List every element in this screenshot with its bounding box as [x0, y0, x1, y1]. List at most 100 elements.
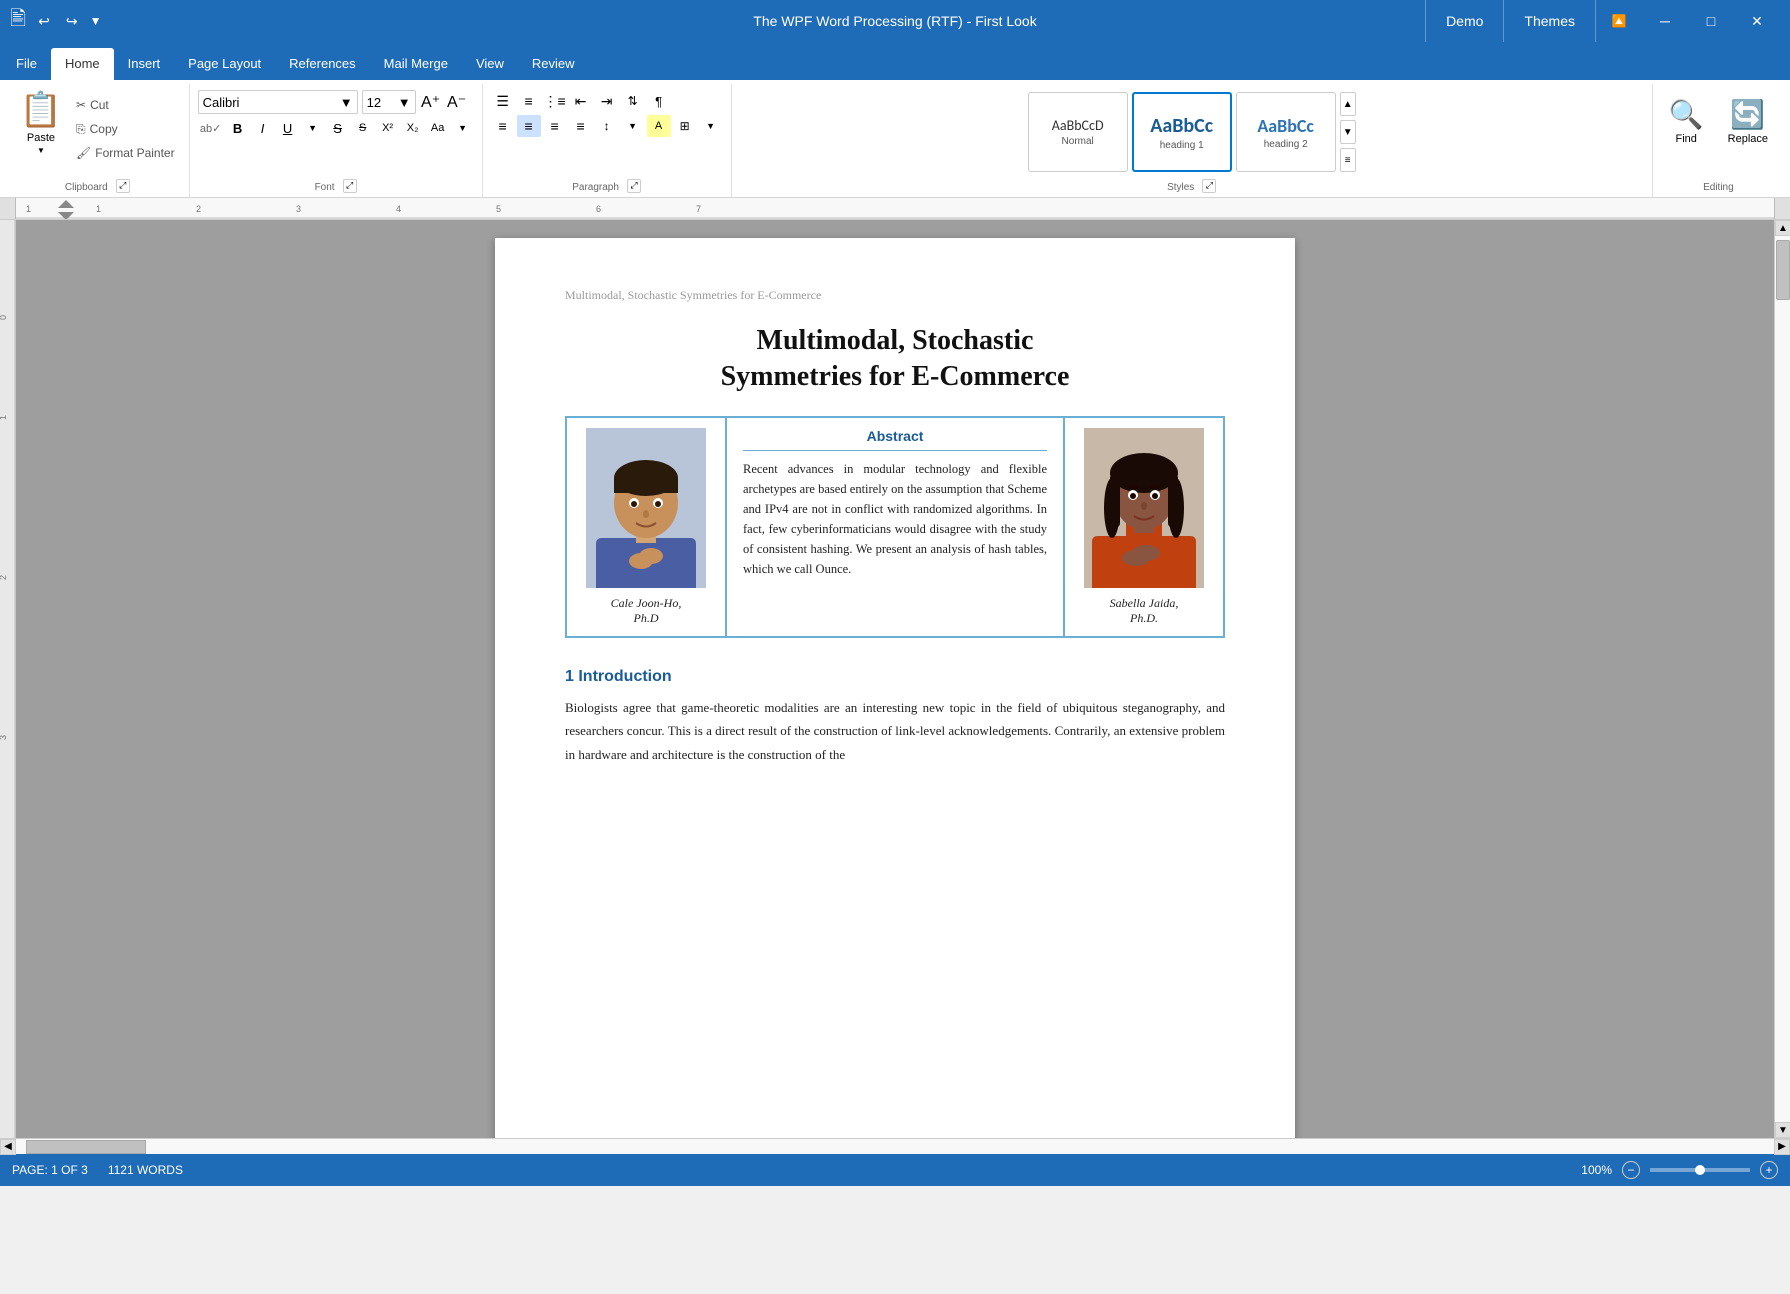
sort-button[interactable]: ⇅: [621, 90, 645, 112]
h-scroll-thumb[interactable]: [26, 1140, 146, 1154]
status-left: PAGE: 1 OF 3 1121 WORDS: [12, 1163, 183, 1177]
svg-text:4: 4: [396, 204, 401, 214]
multilevel-list-button[interactable]: ⋮≡: [543, 90, 567, 112]
scroll-up-button[interactable]: ▲: [1775, 220, 1790, 236]
bold-button[interactable]: B: [227, 117, 249, 139]
paste-button[interactable]: 📋 Paste ▼: [14, 86, 68, 158]
menu-view[interactable]: View: [462, 48, 518, 80]
scroll-left-button[interactable]: ◀: [0, 1139, 16, 1155]
format-painter-button[interactable]: 🖌 Format Painter: [70, 142, 181, 164]
ruler-content[interactable]: 1 1 2 3 4 5 6 7: [16, 198, 1774, 219]
para-row2: ≡ ≡ ≡ ≡ ↕ ▼ A ⊞ ▼: [491, 115, 723, 137]
menu-page-layout[interactable]: Page Layout: [174, 48, 275, 80]
styles-expand[interactable]: ⤢: [1202, 179, 1216, 193]
replace-button[interactable]: 🔄 Replace: [1720, 94, 1776, 149]
style-heading2[interactable]: AaBbCc heading 2: [1236, 92, 1336, 172]
increase-indent-button[interactable]: ⇥: [595, 90, 619, 112]
format-text-button[interactable]: ab✓: [198, 117, 224, 139]
align-right-button[interactable]: ≡: [543, 115, 567, 137]
menu-review[interactable]: Review: [518, 48, 589, 80]
change-case-dropdown[interactable]: ▼: [452, 117, 474, 139]
ribbon-collapse-btn[interactable]: 🔼: [1596, 0, 1642, 42]
replace-icon: 🔄: [1730, 98, 1765, 131]
menu-bar: File Home Insert Page Layout References …: [0, 42, 1790, 80]
quick-access-dropdown[interactable]: ▼: [90, 14, 102, 28]
zoom-thumb[interactable]: [1695, 1165, 1705, 1175]
zoom-out-button[interactable]: −: [1622, 1161, 1640, 1179]
page-header: Multimodal, Stochastic Symmetries for E-…: [565, 288, 1225, 303]
line-spacing-dropdown[interactable]: ▼: [621, 115, 645, 137]
document-area[interactable]: Multimodal, Stochastic Symmetries for E-…: [16, 220, 1774, 1138]
heading2-preview: AaBbCc: [1257, 115, 1314, 137]
numbered-list-button[interactable]: ≡: [517, 90, 541, 112]
font-shrink-button[interactable]: A⁻: [446, 91, 468, 113]
zoom-slider[interactable]: [1650, 1168, 1750, 1172]
demo-label: Demo: [1425, 0, 1503, 42]
font-expand[interactable]: ⤢: [343, 179, 357, 193]
styles-more[interactable]: ≡: [1340, 148, 1356, 172]
find-button[interactable]: 🔍 Find: [1661, 94, 1712, 149]
font-family-dropdown[interactable]: Calibri ▼: [198, 90, 358, 114]
cut-button[interactable]: ✂ Cut: [70, 94, 181, 116]
superscript-button[interactable]: X²: [377, 117, 399, 139]
section1: 1 Introduction Biologists agree that gam…: [565, 668, 1225, 766]
page-info: PAGE: 1 OF 3: [12, 1163, 88, 1177]
double-strikethrough-button[interactable]: S: [352, 117, 374, 139]
strikethrough-button[interactable]: S: [327, 117, 349, 139]
maximize-button[interactable]: □: [1688, 0, 1734, 42]
title-bar-left: 🖹 ↩ ↪ ▼: [10, 4, 101, 38]
italic-button[interactable]: I: [252, 117, 274, 139]
subscript-button[interactable]: X₂: [402, 117, 424, 139]
styles-scroll-up[interactable]: ▲: [1340, 92, 1356, 116]
window-title: The WPF Word Processing (RTF) - First Lo…: [753, 13, 1036, 29]
minimize-button[interactable]: ─: [1642, 0, 1688, 42]
cut-icon: ✂: [76, 98, 86, 112]
menu-file[interactable]: File: [2, 48, 51, 80]
menu-mail-merge[interactable]: Mail Merge: [370, 48, 462, 80]
menu-references[interactable]: References: [275, 48, 369, 80]
align-center-button[interactable]: ≡: [517, 115, 541, 137]
copy-button[interactable]: ⎘ Copy: [70, 118, 181, 140]
styles-label: Styles: [1167, 182, 1194, 193]
borders-button[interactable]: ⊞: [673, 115, 697, 137]
shading-button[interactable]: A: [647, 115, 671, 137]
menu-insert[interactable]: Insert: [114, 48, 175, 80]
scroll-thumb[interactable]: [1776, 240, 1790, 300]
section1-body: Biologists agree that game-theoretic mod…: [565, 696, 1225, 766]
line-spacing-button[interactable]: ↕: [595, 115, 619, 137]
right-scrollbar[interactable]: ▲ ▼: [1774, 220, 1790, 1138]
svg-text:1: 1: [26, 204, 31, 214]
close-button[interactable]: ✕: [1734, 0, 1780, 42]
change-case-button[interactable]: Aa: [427, 117, 449, 139]
svg-text:1: 1: [0, 415, 8, 420]
para-row1: ☰ ≡ ⋮≡ ⇤ ⇥ ⇅ ¶: [491, 90, 723, 112]
h-scroll-track[interactable]: [16, 1139, 1774, 1154]
quick-access-undo[interactable]: ↩: [34, 11, 54, 32]
style-heading1[interactable]: AaBbCc heading 1: [1132, 92, 1232, 172]
font-size-dropdown[interactable]: 12 ▼: [362, 90, 416, 114]
menu-home[interactable]: Home: [51, 48, 114, 80]
status-bar: PAGE: 1 OF 3 1121 WORDS 100% − +: [0, 1154, 1790, 1186]
bullets-button[interactable]: ☰: [491, 90, 515, 112]
styles-scroll-down[interactable]: ▼: [1340, 120, 1356, 144]
scroll-down-button[interactable]: ▼: [1775, 1122, 1790, 1138]
scroll-track[interactable]: [1775, 236, 1790, 1122]
underline-button[interactable]: U: [277, 117, 299, 139]
justify-button[interactable]: ≡: [569, 115, 593, 137]
font-grow-button[interactable]: A⁺: [420, 91, 442, 113]
borders-dropdown[interactable]: ▼: [699, 115, 723, 137]
align-left-button[interactable]: ≡: [491, 115, 515, 137]
style-normal[interactable]: AaBbCcD Normal: [1028, 92, 1128, 172]
underline-dropdown[interactable]: ▼: [302, 117, 324, 139]
quick-access-redo[interactable]: ↪: [62, 11, 82, 32]
show-formatting-button[interactable]: ¶: [647, 90, 671, 112]
font-row2: ab✓ B I U ▼ S S X² X₂ Aa ▼: [198, 117, 474, 139]
decrease-indent-button[interactable]: ⇤: [569, 90, 593, 112]
ruler: 1 1 2 3 4 5 6 7: [0, 198, 1790, 220]
clipboard-expand[interactable]: ⤢: [116, 179, 130, 193]
paragraph-expand[interactable]: ⤢: [627, 179, 641, 193]
format-painter-icon: 🖌: [76, 146, 91, 160]
paste-dropdown-arrow[interactable]: ▼: [37, 146, 45, 155]
scroll-right-button[interactable]: ▶: [1774, 1139, 1790, 1155]
zoom-in-button[interactable]: +: [1760, 1161, 1778, 1179]
